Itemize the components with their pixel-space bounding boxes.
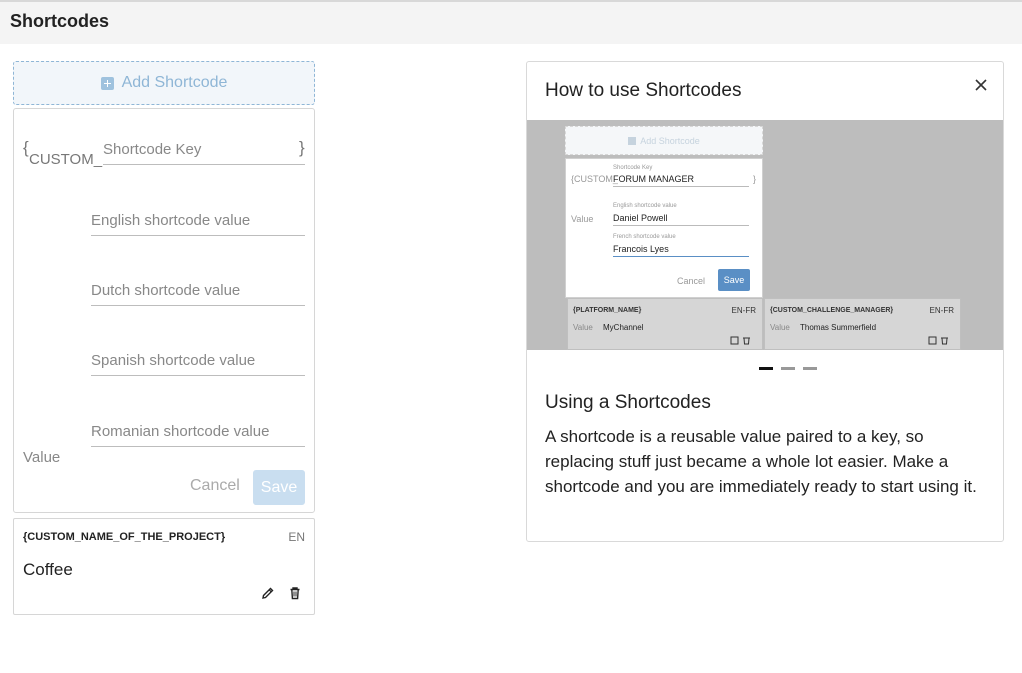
- slide-cancel-button: Cancel: [677, 276, 706, 286]
- slide-brace-close: }: [753, 174, 757, 184]
- shortcode-key-placeholder: Shortcode Key: [103, 141, 202, 158]
- slide-form: Shortcode Key {CUSTOM_ FORUM MANAGER } E…: [565, 158, 763, 298]
- help-subtitle: Using a Shortcodes: [545, 392, 711, 413]
- shortcode-key: {CUSTOM_NAME_OF_THE_PROJECT}: [23, 531, 226, 543]
- slide-prefix: {CUSTOM_: [571, 174, 618, 184]
- dutch-value-placeholder: Dutch shortcode value: [91, 282, 241, 299]
- add-shortcode-button[interactable]: Add Shortcode: [13, 61, 315, 105]
- slide-card-edit-delete-icons: [730, 336, 750, 345]
- slide-value-label: Value: [571, 214, 594, 224]
- key-prefix: CUSTOM_: [29, 151, 103, 168]
- plus-icon: [100, 76, 114, 90]
- slide-card-challenge-manager: {CUSTOM_CHALLENGE_MANAGER} EN-FR Value T…: [764, 298, 961, 350]
- brace-close: }: [299, 138, 305, 157]
- close-icon[interactable]: [973, 77, 989, 93]
- add-shortcode-label: Add Shortcode: [121, 74, 228, 91]
- slide-card-lang: EN-FR: [731, 306, 756, 315]
- slide-add-button: Add Shortcode: [565, 126, 763, 155]
- shortcode-value: Coffee: [23, 560, 73, 579]
- slide-key-underline: [613, 186, 749, 187]
- slide-key-small-label: Shortcode Key: [613, 165, 653, 171]
- page-header: Shortcodes: [0, 0, 1022, 44]
- carousel-indicators: [759, 367, 817, 370]
- cancel-button[interactable]: Cancel: [190, 477, 240, 495]
- shortcode-language: EN: [288, 530, 305, 544]
- slide-card-value: MyChannel: [603, 323, 644, 332]
- slide-save-button: Save: [718, 269, 750, 291]
- slide-plus-icon: [628, 136, 637, 145]
- spanish-value-placeholder: Spanish shortcode value: [91, 352, 256, 369]
- slide-card-value-label: Value: [573, 323, 593, 332]
- carousel-dot-3[interactable]: [803, 367, 817, 370]
- english-value-placeholder: English shortcode value: [91, 212, 251, 229]
- shortcode-key-input[interactable]: Shortcode Key: [103, 135, 305, 165]
- slide-card-lang: EN-FR: [929, 306, 954, 315]
- slide-card-value-label: Value: [770, 323, 790, 332]
- shortcode-card: {CUSTOM_NAME_OF_THE_PROJECT} EN Coffee: [13, 518, 315, 615]
- slide-card-platform: {PLATFORM_NAME} EN-FR Value MyChannel: [567, 298, 763, 350]
- spanish-value-input[interactable]: Spanish shortcode value: [91, 346, 305, 376]
- slide-french-small-label: French shortcode value: [613, 234, 676, 240]
- edit-icon[interactable]: [260, 585, 276, 601]
- page-title: Shortcodes: [10, 11, 110, 31]
- slide-card-value: Thomas Summerfield: [800, 323, 877, 332]
- slide-english-value: Daniel Powell: [613, 213, 668, 223]
- value-label: Value: [23, 449, 61, 466]
- help-panel: How to use Shortcodes Add Shortcode Shor…: [526, 61, 1004, 542]
- slide-card-key: {CUSTOM_CHALLENGE_MANAGER}: [770, 307, 894, 314]
- delete-icon[interactable]: [287, 585, 303, 601]
- slide-french-underline: [613, 256, 749, 257]
- slide-add-label: Add Shortcode: [640, 135, 700, 146]
- carousel-dot-1[interactable]: [759, 367, 773, 370]
- slide-card-key: {PLATFORM_NAME}: [573, 307, 642, 314]
- carousel-dot-2[interactable]: [781, 367, 795, 370]
- slide-english-small-label: English shortcode value: [613, 203, 677, 209]
- slide-french-value: Francois Lyes: [613, 244, 669, 254]
- tutorial-carousel-slide[interactable]: Add Shortcode Shortcode Key {CUSTOM_ FOR…: [527, 120, 1003, 350]
- romanian-value-input[interactable]: Romanian shortcode value: [91, 417, 305, 447]
- brace-open: {: [23, 138, 29, 157]
- slide-english-underline: [613, 225, 749, 226]
- slide-key-value: FORUM MANAGER: [613, 174, 694, 184]
- save-button[interactable]: Save: [253, 470, 305, 505]
- slide-card-edit-delete-icons: [928, 336, 948, 345]
- romanian-value-placeholder: Romanian shortcode value: [91, 423, 270, 440]
- dutch-value-input[interactable]: Dutch shortcode value: [91, 276, 305, 306]
- help-title: How to use Shortcodes: [545, 80, 742, 101]
- english-value-input[interactable]: English shortcode value: [91, 206, 305, 236]
- help-body-text: A shortcode is a reusable value paired t…: [545, 427, 977, 496]
- shortcode-form: { CUSTOM_ Shortcode Key } English shortc…: [13, 108, 315, 513]
